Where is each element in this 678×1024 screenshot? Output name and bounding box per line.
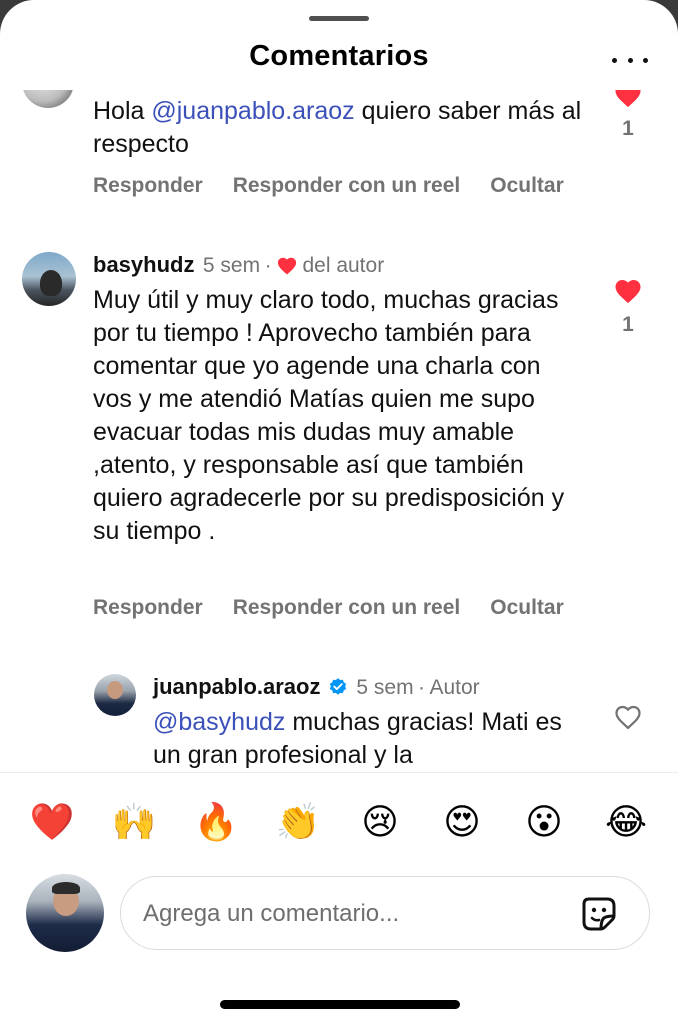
sticker-icon[interactable] — [579, 894, 619, 934]
mention-link[interactable]: @basyhudz — [153, 708, 285, 736]
emoji-clap-button[interactable]: 👏 — [274, 798, 322, 846]
verified-badge-icon — [329, 678, 347, 695]
like-column: 1 — [608, 90, 648, 141]
author-like-label: del autor — [302, 254, 385, 277]
mention-link[interactable]: @juanpablo.araoz — [151, 97, 354, 125]
comment-text: @basyhudz muchas gracias! Mati es un gra… — [153, 708, 562, 769]
drag-handle[interactable] — [309, 16, 369, 21]
timestamp: 5 sem — [356, 676, 414, 699]
emoji-heart-button[interactable]: ❤️ — [28, 798, 76, 846]
heart-filled-icon — [277, 257, 297, 275]
comment-header: basyhudz 5 sem · del autor — [93, 252, 385, 277]
page-title: Comentarios — [249, 40, 429, 72]
emoji-laughing-button[interactable]: 😂 — [602, 798, 650, 846]
comment-reply: juanpablo.araoz 5 sem · Autor @basyhudz … — [0, 674, 678, 772]
current-user-avatar — [26, 874, 104, 952]
like-count: 1 — [622, 313, 634, 336]
more-horizontal-icon — [612, 57, 617, 63]
timestamp: 5 sem — [202, 254, 261, 277]
emoji-raised-hands-button[interactable]: 🙌 — [110, 798, 158, 846]
heart-filled-icon[interactable] — [613, 276, 643, 304]
home-indicator[interactable] — [220, 1000, 460, 1009]
comment-input[interactable] — [141, 895, 565, 933]
avatar[interactable] — [22, 252, 76, 306]
like-column: 1 — [608, 276, 648, 337]
comment-item: basyhudz 5 sem · del autor Muy útil y mu… — [0, 250, 678, 630]
heart-outline-icon[interactable] — [613, 702, 643, 730]
comment-actions: Responder Responder con un reel Ocultar — [93, 174, 564, 198]
emoji-fire-button[interactable]: 🔥 — [192, 798, 240, 846]
hide-button[interactable]: Ocultar — [490, 174, 564, 198]
heart-filled-icon[interactable] — [613, 90, 643, 108]
emoji-quick-bar: ❤️ 🙌 🔥 👏 😢 😍 😮 😂 — [0, 792, 678, 852]
emoji-heart-eyes-button[interactable]: 😍 — [438, 798, 486, 846]
comment-item: Hola @juanpablo.araoz quiero saber más a… — [0, 90, 678, 210]
divider — [0, 772, 678, 773]
hide-button[interactable]: Ocultar — [490, 596, 564, 620]
author-badge: Autor — [429, 676, 480, 699]
like-count: 1 — [622, 117, 634, 140]
reply-button[interactable]: Responder — [93, 174, 203, 198]
comment-text: Hola @juanpablo.araoz quiero saber más a… — [93, 97, 582, 158]
comment-actions: Responder Responder con un reel Ocultar — [93, 596, 564, 620]
emoji-surprised-button[interactable]: 😮 — [520, 798, 568, 846]
comments-sheet: Comentarios Hola @juanpablo.araoz quiero… — [0, 0, 678, 1024]
comment-composer — [120, 876, 650, 950]
reply-button[interactable]: Responder — [93, 596, 203, 620]
comment-header: juanpablo.araoz 5 sem · Autor — [153, 674, 480, 699]
like-column — [608, 702, 648, 735]
reply-reel-button[interactable]: Responder con un reel — [233, 596, 461, 620]
reply-reel-button[interactable]: Responder con un reel — [233, 174, 461, 198]
username[interactable]: basyhudz — [93, 252, 194, 277]
comments-list[interactable]: Hola @juanpablo.araoz quiero saber más a… — [0, 90, 678, 772]
emoji-crying-button[interactable]: 😢 — [356, 798, 404, 846]
more-options-button[interactable] — [612, 48, 648, 72]
comment-text: Muy útil y muy claro todo, muchas gracia… — [93, 286, 565, 545]
username[interactable]: juanpablo.araoz — [153, 674, 320, 699]
avatar[interactable] — [22, 90, 74, 108]
avatar[interactable] — [94, 674, 136, 716]
